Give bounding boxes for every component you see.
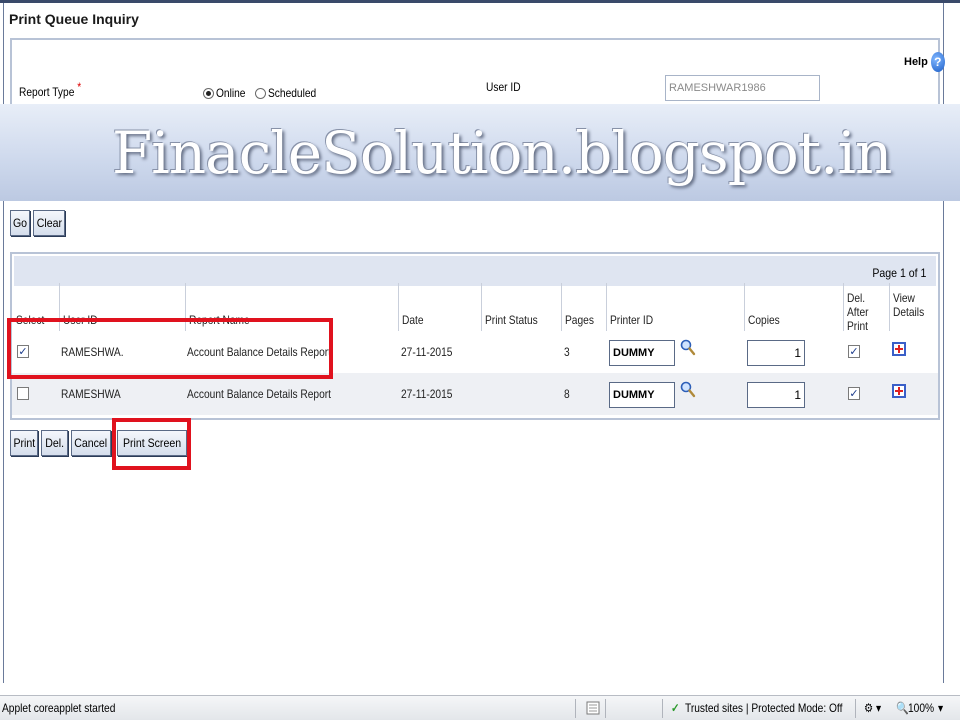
- help-link[interactable]: Help ?: [904, 52, 945, 72]
- status-divider: [575, 699, 576, 718]
- row-del-after-print-checkbox[interactable]: ✓: [848, 345, 860, 358]
- status-message: Applet coreapplet started: [2, 701, 116, 715]
- col-head-pages: Pages: [561, 283, 606, 331]
- report-type-label: Report Type *: [19, 80, 82, 99]
- row-copies-input[interactable]: [747, 382, 805, 408]
- row-pages: 3: [564, 345, 570, 359]
- row-report-name: Account Balance Details Report: [187, 387, 332, 401]
- user-id-input[interactable]: [665, 75, 820, 101]
- col-head-view-details: View Details: [889, 283, 937, 331]
- window-top-border: [0, 0, 960, 3]
- radio-online[interactable]: [203, 87, 214, 99]
- status-divider: [662, 699, 663, 718]
- cancel-button[interactable]: Cancel: [71, 430, 111, 456]
- trusted-check-icon: ✓: [671, 701, 680, 715]
- user-id-label: User ID: [486, 80, 521, 94]
- radio-scheduled-label[interactable]: Scheduled: [268, 86, 316, 100]
- help-label: Help: [904, 56, 928, 68]
- search-icon[interactable]: [680, 339, 696, 357]
- row-user-id: RAMESHWA: [61, 387, 121, 401]
- status-divider: [855, 699, 856, 718]
- page-title: Print Queue Inquiry: [9, 11, 139, 27]
- highlight-selected-row: [7, 318, 333, 379]
- col-head-del-after-print: Del. After Print: [843, 283, 889, 333]
- col-head-print-status: Print Status: [481, 283, 561, 331]
- security-zone[interactable]: Trusted sites | Protected Mode: Off: [685, 701, 842, 715]
- table-row: RAMESHWA Account Balance Details Report …: [12, 373, 938, 415]
- search-icon[interactable]: [680, 381, 696, 399]
- row-date: 27-11-2015: [401, 387, 453, 401]
- row-copies-input[interactable]: [747, 340, 805, 366]
- help-question-icon[interactable]: ?: [930, 52, 945, 72]
- row-printer-id-input[interactable]: [609, 340, 675, 366]
- print-button[interactable]: Print: [10, 430, 38, 456]
- watermark-banner: FinacleSolution.blogspot.in: [0, 104, 960, 201]
- go-button[interactable]: Go: [10, 210, 30, 236]
- col-head-date: Date: [398, 283, 481, 331]
- results-header-band: Page 1 of 1: [14, 256, 936, 286]
- view-details-icon[interactable]: [892, 342, 906, 356]
- row-select-checkbox[interactable]: [17, 387, 29, 400]
- row-del-after-print-checkbox[interactable]: ✓: [848, 387, 860, 400]
- zoom-level[interactable]: 100%: [908, 701, 934, 715]
- row-date: 27-11-2015: [401, 345, 453, 359]
- zoom-icon[interactable]: 🔍: [896, 701, 909, 715]
- delete-button[interactable]: Del.: [41, 430, 68, 456]
- status-bar: Applet coreapplet started ✓ Trusted site…: [0, 695, 960, 720]
- page-icon: [586, 701, 600, 715]
- view-details-icon[interactable]: [892, 384, 906, 398]
- radio-scheduled[interactable]: [254, 87, 266, 99]
- col-head-copies: Copies: [744, 283, 843, 331]
- radio-online-label[interactable]: Online: [216, 86, 245, 100]
- page-info: Page 1 of 1: [871, 266, 926, 280]
- clear-button[interactable]: Clear: [33, 210, 65, 236]
- row-printer-id-input[interactable]: [609, 382, 675, 408]
- status-divider: [605, 699, 606, 718]
- report-type-radio-group: Online Scheduled: [203, 86, 318, 100]
- required-mark: *: [77, 80, 82, 94]
- col-head-printer-id: Printer ID: [606, 283, 744, 331]
- highlight-print-screen: [112, 418, 191, 470]
- row-pages: 8: [564, 387, 570, 401]
- zoom-dropdown-icon[interactable]: ▾: [938, 701, 943, 715]
- watermark-text: FinacleSolution.blogspot.in: [112, 118, 892, 187]
- protected-mode-icon[interactable]: ⚙ ▾: [864, 701, 881, 715]
